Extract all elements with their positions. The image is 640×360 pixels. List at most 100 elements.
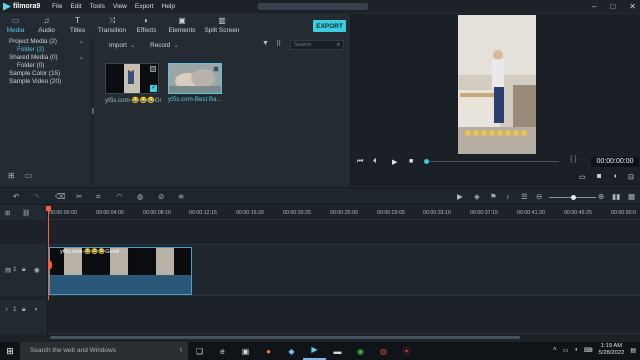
app-icon[interactable]: ◆ xyxy=(280,347,303,356)
chevron-down-icon[interactable]: ⌄ xyxy=(79,38,84,46)
notifications-icon[interactable]: ▤ xyxy=(630,347,636,354)
folder-icon[interactable]: ▭ xyxy=(25,171,33,180)
tree-project-folder[interactable]: Folder (2) xyxy=(0,46,92,54)
zoom-in-icon[interactable]: ⊕ xyxy=(598,192,604,201)
tree-project-media[interactable]: Project Media (2) ⌄ xyxy=(0,38,92,46)
crop-icon[interactable]: ⌗ xyxy=(96,192,100,202)
app-icon-red[interactable]: ◍ xyxy=(372,347,395,356)
filmora-taskbar-icon[interactable]: ▶ xyxy=(303,342,326,360)
speed-icon[interactable]: ◠ xyxy=(116,192,123,201)
tree-sample-video[interactable]: Sample Video (20) xyxy=(0,78,92,86)
menu-edit[interactable]: Edit xyxy=(70,3,81,10)
tree-sample-color[interactable]: Sample Color (15) xyxy=(0,70,92,78)
search-icon[interactable]: ⌕ xyxy=(337,41,340,49)
tree-shared-media[interactable]: Shared Media (0) ⌄ xyxy=(0,54,92,62)
media-clip-1[interactable]: ✓ xyxy=(105,63,159,94)
timeline-scrollbar[interactable] xyxy=(50,336,520,339)
tab-transition[interactable]: ⤨ Transition xyxy=(93,14,131,35)
fullscreen-icon[interactable]: ▭ xyxy=(579,173,586,181)
store-icon[interactable]: ▣ xyxy=(234,347,257,356)
link-icon[interactable]: ⛓ xyxy=(22,209,30,217)
snapshot-icon[interactable]: ◙ xyxy=(597,173,601,180)
tree-shared-folder[interactable]: Folder (0) xyxy=(0,62,92,70)
grid-view-icon[interactable]: ⠿ xyxy=(276,40,281,48)
skip-back-icon[interactable]: ⏮ xyxy=(357,158,363,166)
windows-start-icon[interactable]: ⊞ xyxy=(0,346,20,357)
tab-effects[interactable]: ◐ Effects xyxy=(131,14,162,35)
playback-progress[interactable] xyxy=(424,159,559,164)
time-ruler[interactable]: 00:00:00:00 00:00:04:05 00:00:08:10 00:0… xyxy=(48,206,640,220)
mixer-icon[interactable]: ☰ xyxy=(521,192,528,201)
add-track-icon[interactable]: ⊞ xyxy=(5,209,10,217)
settings-icon[interactable]: ▦ xyxy=(628,192,635,201)
video-track[interactable]: yt5s.com-😂😂😂Good ... xyxy=(48,244,640,296)
clock[interactable]: 1:19 AM 5/28/2022 xyxy=(599,343,625,357)
tab-split-screen[interactable]: ▥ Split Screen xyxy=(202,14,242,35)
menu-file[interactable]: File xyxy=(52,3,62,10)
export-button[interactable]: EXPORT xyxy=(313,20,346,32)
playhead-handle[interactable] xyxy=(46,206,51,211)
speaker-icon[interactable]: ◖ xyxy=(34,306,38,313)
keyboard-icon[interactable]: ⌨ xyxy=(584,347,593,354)
audio-adjust-icon[interactable]: ≋ xyxy=(178,192,184,201)
volume-icon[interactable]: ◖ xyxy=(613,173,617,180)
search-input[interactable]: Search ⌕ xyxy=(290,40,344,50)
taskbar-search-input[interactable]: Search the web and Windows ♮ xyxy=(20,342,188,360)
import-dropdown[interactable]: Import ⌄ xyxy=(109,42,135,49)
tab-media[interactable]: ▭ Media xyxy=(0,14,31,35)
firefox-icon[interactable]: ● xyxy=(257,347,280,356)
playhead[interactable] xyxy=(46,206,51,300)
zoom-slider-handle[interactable] xyxy=(571,195,576,200)
chrome-icon[interactable]: ◉ xyxy=(349,347,372,356)
delete-icon[interactable]: ⌫ xyxy=(55,192,66,201)
new-folder-icon[interactable]: ⊞ xyxy=(8,171,15,180)
filter-icon[interactable]: ▼ xyxy=(262,40,269,47)
menu-help[interactable]: Help xyxy=(162,3,175,10)
maximize-button[interactable]: □ xyxy=(610,2,615,11)
media-clip-2[interactable] xyxy=(168,63,222,94)
color-icon[interactable]: ◍ xyxy=(137,192,144,201)
audio-track[interactable] xyxy=(48,300,640,334)
panel-splitter[interactable] xyxy=(92,108,94,114)
undo-icon[interactable]: ↶ xyxy=(13,192,19,201)
render-icon[interactable]: ▶ xyxy=(457,192,463,201)
progress-handle[interactable] xyxy=(424,159,429,164)
chevron-down-icon[interactable]: ⌄ xyxy=(79,54,84,62)
close-button[interactable]: ✕ xyxy=(629,2,636,11)
chevron-up-icon[interactable]: ˄ xyxy=(553,347,557,353)
tab-titles-label: Titles xyxy=(69,27,86,34)
green-screen-icon[interactable]: ⊘ xyxy=(158,192,164,201)
network-icon[interactable]: ▭ xyxy=(563,347,569,354)
marker-icon[interactable]: ⚑ xyxy=(490,192,497,201)
play-icon[interactable]: ▶ xyxy=(392,158,397,166)
shield-icon[interactable]: ◈ xyxy=(474,192,480,201)
step-back-icon[interactable]: ⏴ xyxy=(373,158,377,166)
timeline-video-clip[interactable]: yt5s.com-😂😂😂Good ... xyxy=(49,247,192,295)
pause-icon[interactable]: ▮▮ xyxy=(612,192,620,201)
mark-in-out-icon[interactable]: { } xyxy=(570,156,577,163)
tab-audio[interactable]: ♫ Audio xyxy=(31,14,62,35)
tab-elements[interactable]: ▣ Elements xyxy=(162,14,202,35)
lock-icon[interactable]: 🔒︎ xyxy=(22,306,25,314)
speaker-icon[interactable]: ◖ xyxy=(574,347,578,353)
zoom-out-icon[interactable]: ⊖ xyxy=(536,192,542,201)
minimize-button[interactable]: – xyxy=(592,2,596,11)
menu-tools[interactable]: Tools xyxy=(90,3,105,10)
tab-titles[interactable]: T Titles xyxy=(62,14,93,35)
cut-icon[interactable]: ✂ xyxy=(76,192,82,201)
microphone-icon[interactable]: ♪ xyxy=(506,192,510,201)
eye-icon[interactable]: ◉ xyxy=(34,266,40,274)
zoom-slider[interactable] xyxy=(549,195,596,200)
microphone-icon[interactable]: ♮ xyxy=(180,342,182,360)
record-icon[interactable]: ⦿ xyxy=(395,346,418,357)
menu-view[interactable]: View xyxy=(113,3,127,10)
menu-export[interactable]: Export xyxy=(135,3,154,10)
record-dropdown[interactable]: Record ⌄ xyxy=(150,42,179,49)
redo-icon[interactable]: ↷ xyxy=(33,192,39,201)
edge-icon[interactable]: e xyxy=(211,347,234,356)
task-view-icon[interactable]: ❏ xyxy=(188,347,211,356)
lock-icon[interactable]: 🔒︎ xyxy=(22,266,25,274)
explorer-icon[interactable]: ▬ xyxy=(326,347,349,356)
screen-size-icon[interactable]: ⊡ xyxy=(628,173,634,181)
stop-icon[interactable]: ■ xyxy=(409,158,413,165)
